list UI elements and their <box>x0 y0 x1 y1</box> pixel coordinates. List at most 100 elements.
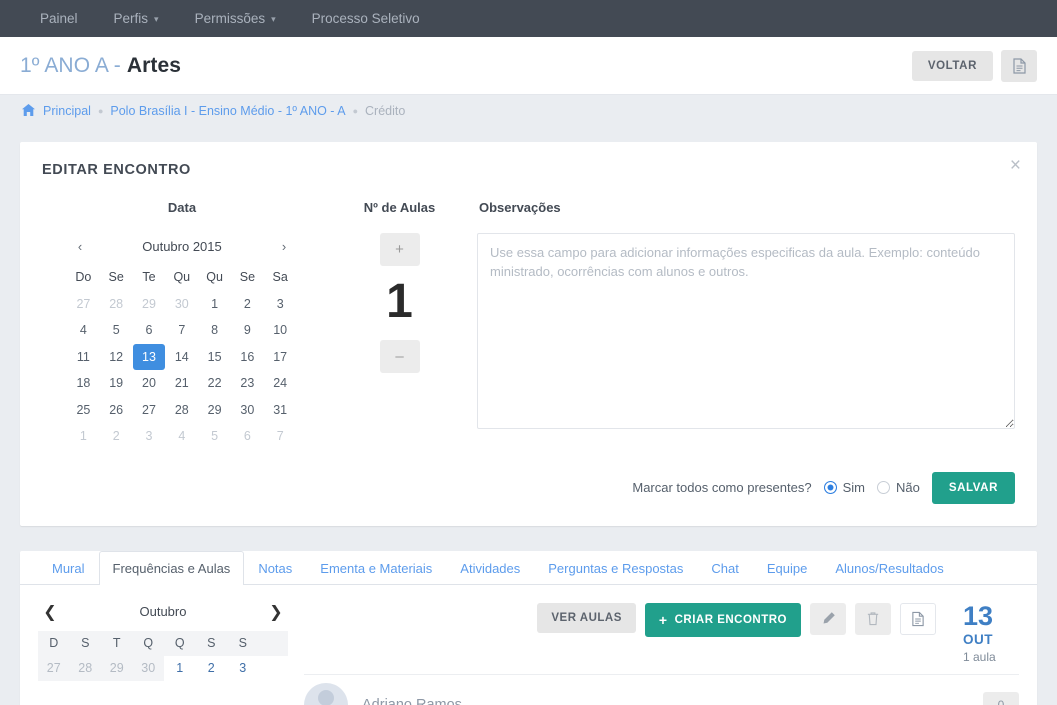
datepicker-day[interactable]: 11 <box>67 344 100 371</box>
datepicker-day[interactable]: 28 <box>165 397 198 424</box>
tab-equipe[interactable]: Equipe <box>753 551 821 585</box>
edit-encontro-button[interactable] <box>810 602 846 635</box>
close-icon[interactable]: × <box>1010 156 1021 175</box>
delete-encontro-button[interactable] <box>855 602 891 635</box>
datepicker-day[interactable]: 25 <box>67 397 100 424</box>
page-header: 1º ANO A - Artes VOLTAR <box>0 37 1057 95</box>
criar-encontro-button[interactable]: + CRIAR ENCONTRO <box>644 602 801 637</box>
datepicker-day[interactable]: 20 <box>133 370 166 397</box>
datepicker-day[interactable]: 23 <box>231 370 264 397</box>
page-title: 1º ANO A - Artes <box>20 54 912 78</box>
datepicker-day[interactable]: 9 <box>231 317 264 344</box>
ver-aulas-button[interactable]: VER AULAS <box>537 602 636 633</box>
mini-prev-month-button[interactable]: ❮ <box>38 602 62 622</box>
datepicker-day[interactable]: 16 <box>231 344 264 371</box>
datepicker-day[interactable]: 24 <box>264 370 297 397</box>
decrement-aulas-button[interactable]: – <box>379 340 420 373</box>
datepicker-day[interactable]: 30 <box>165 291 198 318</box>
datepicker-week-row: 18 19 20 21 22 23 24 <box>67 370 297 397</box>
mini-calendar-day[interactable]: 28 <box>69 655 101 681</box>
date-column-label: Data <box>167 200 197 215</box>
mini-calendar-day[interactable]: 1 <box>164 656 196 681</box>
tab-chat[interactable]: Chat <box>697 551 752 585</box>
encontro-report-button[interactable] <box>900 602 936 635</box>
datepicker-day[interactable]: 19 <box>100 370 133 397</box>
nav-item-perfis[interactable]: Perfis ▾ <box>96 0 177 37</box>
datepicker-day[interactable]: 15 <box>198 344 231 371</box>
datepicker-day[interactable]: 6 <box>231 423 264 450</box>
observacoes-textarea[interactable] <box>477 233 1015 429</box>
tab-alunos-resultados[interactable]: Alunos/Resultados <box>821 551 957 585</box>
save-button[interactable]: SALVAR <box>931 471 1015 504</box>
datepicker-day[interactable]: 1 <box>67 423 100 450</box>
nav-item-label: Painel <box>40 11 78 26</box>
nav-item-permissoes[interactable]: Permissões ▾ <box>177 0 294 37</box>
datepicker-day[interactable]: 29 <box>133 291 166 318</box>
datepicker-day[interactable]: 7 <box>264 423 297 450</box>
datepicker-day[interactable]: 27 <box>133 397 166 424</box>
nav-item-label: Permissões <box>194 11 266 26</box>
tab-atividades[interactable]: Atividades <box>446 551 534 585</box>
datepicker-day[interactable]: 31 <box>264 397 297 424</box>
datepicker-day[interactable]: 1 <box>198 291 231 318</box>
datepicker-day[interactable]: 18 <box>67 370 100 397</box>
mini-calendar-day[interactable]: 2 <box>196 656 228 681</box>
datepicker-day[interactable]: 5 <box>100 317 133 344</box>
datepicker-dow-0: Do <box>75 270 92 285</box>
mini-calendar-day[interactable]: 3 <box>227 656 259 681</box>
increment-aulas-button[interactable]: + <box>379 233 420 266</box>
breadcrumb-item-principal[interactable]: Principal <box>43 104 91 118</box>
report-button[interactable] <box>1001 49 1037 82</box>
datepicker-day[interactable]: 26 <box>100 397 133 424</box>
datepicker-day[interactable]: 28 <box>100 291 133 318</box>
datepicker-dow-6: Sa <box>272 270 288 285</box>
datepicker-day[interactable]: 7 <box>165 317 198 344</box>
datepicker-day[interactable]: 17 <box>264 344 297 371</box>
mini-calendar-day[interactable]: 30 <box>132 655 164 681</box>
mini-calendar-dow-0: D <box>49 636 59 650</box>
datepicker-day[interactable]: 22 <box>198 370 231 397</box>
datepicker-day[interactable]: 3 <box>133 423 166 450</box>
tab-mural[interactable]: Mural <box>38 551 99 585</box>
radio-option-nao[interactable]: Não <box>876 480 920 495</box>
datepicker-day[interactable]: 12 <box>100 344 133 371</box>
datepicker-day[interactable]: 2 <box>100 423 133 450</box>
datepicker-day[interactable]: 4 <box>165 423 198 450</box>
mini-next-month-button[interactable]: ❯ <box>264 602 288 622</box>
badge-day: 13 <box>963 600 994 631</box>
nav-item-processo-seletivo[interactable]: Processo Seletivo <box>294 0 438 37</box>
datepicker-day[interactable]: 29 <box>198 397 231 424</box>
next-month-button[interactable]: › <box>271 239 297 254</box>
breadcrumb-separator: ● <box>97 106 104 116</box>
status-badge[interactable]: 0 <box>983 691 1019 705</box>
datepicker-day[interactable]: 14 <box>165 344 198 371</box>
mini-calendar-day[interactable]: 29 <box>101 655 133 681</box>
breadcrumb-item-turma[interactable]: Polo Brasília I - Ensino Médio - 1º ANO … <box>110 104 345 118</box>
datepicker-day[interactable]: 30 <box>231 397 264 424</box>
back-button[interactable]: VOLTAR <box>911 50 993 81</box>
tab-perguntas-e-respostas[interactable]: Perguntas e Respostas <box>534 551 697 585</box>
tab-frequ-ncias-e-aulas[interactable]: Frequências e Aulas <box>98 550 245 585</box>
mini-calendar-day[interactable]: 27 <box>38 655 70 681</box>
datepicker-day[interactable]: 2 <box>231 291 264 318</box>
datepicker-day[interactable]: 4 <box>67 317 100 344</box>
datepicker-day-selected[interactable]: 13 <box>132 343 166 370</box>
student-name: Adriano Ramos <box>362 696 462 705</box>
radio-option-sim[interactable]: Sim <box>823 480 865 495</box>
tab-ementa-e-materiais[interactable]: Ementa e Materiais <box>306 551 446 585</box>
datepicker-day[interactable]: 21 <box>165 370 198 397</box>
datepicker-day[interactable]: 27 <box>67 291 100 318</box>
breadcrumb-separator: ● <box>352 106 359 116</box>
datepicker-day[interactable]: 3 <box>264 291 297 318</box>
datepicker-day[interactable]: 6 <box>133 317 166 344</box>
datepicker-day[interactable]: 5 <box>198 423 231 450</box>
prev-month-button[interactable]: ‹ <box>67 239 93 254</box>
datepicker-day[interactable]: 10 <box>264 317 297 344</box>
list-item[interactable]: Adriano Ramos 0 <box>304 673 1019 705</box>
date-column: Data ‹ Outubro 2015 › Do Se Te Qu Qu Se Sa 27 2… <box>42 200 322 450</box>
tab-notas[interactable]: Notas <box>244 551 306 585</box>
nav-item-painel[interactable]: Painel <box>22 0 96 37</box>
datepicker-day[interactable]: 8 <box>198 317 231 344</box>
aulas-column: Nº de Aulas + 1 – <box>322 200 477 450</box>
avatar <box>304 682 348 705</box>
